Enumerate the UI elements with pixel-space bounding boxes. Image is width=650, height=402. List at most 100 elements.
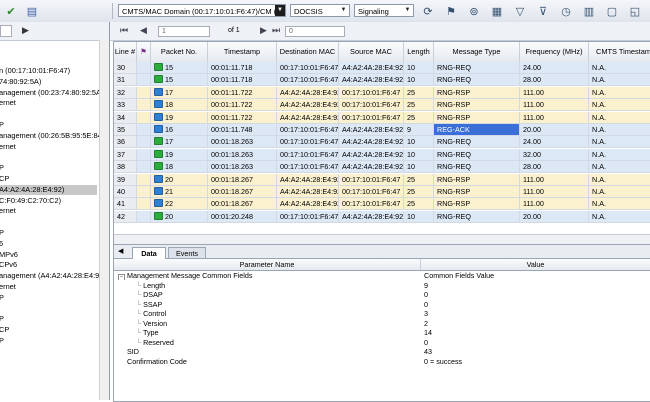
tab-events[interactable]: Events bbox=[168, 247, 206, 258]
cell-src: A4:A2:4A:28:E4:92 bbox=[339, 74, 404, 87]
detail-row[interactable]: └ Length 9 bbox=[114, 281, 650, 290]
column-header-value[interactable]: Value bbox=[421, 259, 650, 270]
cell-dst: 00:17:10:01:F6:47 bbox=[277, 62, 339, 74]
packet-number: 18 bbox=[165, 100, 173, 110]
cell-freq: 111.00 bbox=[520, 173, 589, 186]
cell-line: 30 bbox=[114, 62, 137, 74]
cell-cmts: N.A. bbox=[589, 210, 650, 223]
packet-icon bbox=[154, 75, 163, 84]
next-page-icon[interactable]: ▶ bbox=[260, 25, 267, 36]
tree-node[interactable]: ernet bbox=[0, 206, 16, 216]
flag-icon[interactable]: ⚑ bbox=[443, 3, 459, 19]
tree-node[interactable]: ernet bbox=[0, 142, 16, 152]
detail-row[interactable]: Confirmation Code 0 = success bbox=[114, 357, 650, 366]
tree-node[interactable]: n (00:17:10:01:F6:47) bbox=[0, 66, 70, 76]
funnel-check-icon[interactable]: ✔ bbox=[3, 3, 19, 19]
cell-cmts: N.A. bbox=[589, 136, 650, 149]
refresh-icon[interactable]: ⟳ bbox=[420, 3, 436, 19]
column-header[interactable]: Line # bbox=[114, 42, 137, 62]
tree-node[interactable]: CP bbox=[0, 325, 9, 335]
parameter-name: └ DSAP bbox=[136, 290, 418, 299]
packet-number: 19 bbox=[165, 149, 173, 159]
table-row[interactable]: 38 18 00:01:18.263 00:17:10:01:F6:47 A4:A2:4… bbox=[114, 161, 650, 174]
table-row[interactable]: 42 20 00:01:20.248 00:17:10:01:F6:47 A4:A2:4… bbox=[114, 210, 650, 223]
tree-node[interactable]: CP bbox=[0, 174, 9, 184]
table-row[interactable]: 37 19 00:01:18.263 00:17:10:01:F6:47 A4:A2:4… bbox=[114, 148, 650, 161]
table-row[interactable]: 31 15 00:01:11.718 00:17:10:01:F6:47 A4:A2:4… bbox=[114, 74, 650, 87]
table-row[interactable]: 35 16 00:01:11.748 00:17:10:01:F6:47 A4:A2:4… bbox=[114, 124, 650, 136]
table-row[interactable]: 34 19 00:01:11.722 A4:A2:4A:28:E4:92 00:17:1… bbox=[114, 111, 650, 124]
tab-data[interactable]: Data bbox=[132, 247, 166, 259]
tree-node[interactable]: P bbox=[0, 228, 4, 238]
column-header[interactable]: Length bbox=[404, 42, 434, 62]
left-search-input[interactable] bbox=[0, 25, 12, 37]
table-row[interactable]: 32 17 00:01:11.722 A4:A2:4A:28:E4:92 00:17:1… bbox=[114, 86, 650, 99]
tree-node[interactable]: P bbox=[0, 314, 4, 324]
first-page-icon[interactable]: ⏮ bbox=[120, 25, 128, 36]
tree-node[interactable]: CPv6 bbox=[0, 260, 17, 270]
tree-node[interactable]: P bbox=[0, 163, 4, 173]
tree-node[interactable]: ernet bbox=[0, 282, 16, 292]
tree-node[interactable]: 6 bbox=[0, 239, 3, 249]
collapse-icon[interactable]: − bbox=[118, 274, 125, 281]
detail-row[interactable]: └ Control 3 bbox=[114, 309, 650, 318]
protocol-combo[interactable]: DOCSIS ▼ bbox=[290, 4, 350, 17]
chevron-down-icon[interactable]: ▼ bbox=[275, 5, 285, 16]
detail-row[interactable]: └ Reserved 0 bbox=[114, 338, 650, 347]
table-row[interactable]: 40 21 00:01:18.267 A4:A2:4A:28:E4:92 00:17:1… bbox=[114, 186, 650, 198]
tree-node[interactable]: MPv6 bbox=[0, 250, 18, 260]
detail-row[interactable]: └ Version 2 bbox=[114, 319, 650, 328]
binoculars-icon[interactable]: ⊚ bbox=[466, 3, 482, 19]
column-header[interactable]: Source MAC bbox=[339, 42, 404, 62]
tree-node[interactable]: P bbox=[0, 293, 4, 303]
column-header-parameter[interactable]: Parameter Name bbox=[114, 259, 421, 270]
detail-row[interactable]: └ DSAP 0 bbox=[114, 290, 650, 299]
view-combo[interactable]: Signaling ▼ bbox=[354, 4, 414, 17]
table-row[interactable]: 30 15 00:01:11.718 00:17:10:01:F6:47 A4:A2:4… bbox=[114, 62, 650, 74]
column-header[interactable]: Frequency (MHz) bbox=[520, 42, 589, 62]
table-row[interactable]: 36 17 00:01:18.263 00:17:10:01:F6:47 A4:A2:4… bbox=[114, 136, 650, 149]
tree-node[interactable]: anagement (00:26:5B:95:5E:84) bbox=[0, 131, 104, 141]
column-header[interactable]: CMTS Timestam bbox=[589, 42, 650, 62]
column-header[interactable]: ⚑ bbox=[137, 42, 151, 62]
calendar-icon[interactable]: ▦ bbox=[489, 3, 505, 19]
column-header[interactable]: Destination MAC bbox=[277, 42, 339, 62]
tab-scroll-left-icon[interactable]: ◀ bbox=[118, 247, 123, 255]
filter-combo[interactable]: CMTS/MAC Domain (00:17:10:01:F6:47)/CM (… bbox=[118, 4, 286, 17]
cell-cmts: N.A. bbox=[589, 86, 650, 99]
page-input[interactable]: 1 bbox=[158, 26, 210, 37]
detail-row[interactable]: SID 43 bbox=[114, 347, 650, 356]
tree-node[interactable]: 74:80:92:5A) bbox=[0, 77, 41, 87]
window-icon[interactable]: ▢ bbox=[604, 3, 620, 19]
detail-row[interactable]: └ Type 14 bbox=[114, 328, 650, 337]
tree-node[interactable]: P bbox=[0, 336, 4, 346]
column-header[interactable]: Message Type bbox=[434, 42, 520, 62]
prev-page-icon[interactable]: ◀ bbox=[140, 25, 147, 36]
tree-node[interactable]: ernet bbox=[0, 98, 16, 108]
parameter-value: 14 bbox=[424, 328, 432, 337]
tree-node[interactable]: anagement (00:23:74:80:92:5A) bbox=[0, 88, 103, 98]
filter-edit-icon[interactable]: ⊽ bbox=[535, 3, 551, 19]
detail-row[interactable]: └ SSAP 0 bbox=[114, 300, 650, 309]
left-scrollbar[interactable] bbox=[99, 40, 109, 400]
detail-row[interactable]: − Management Message Common Fields Common … bbox=[114, 271, 650, 281]
toolbar-separator bbox=[112, 3, 113, 19]
play-icon[interactable]: ▶ bbox=[22, 25, 29, 36]
table-row[interactable]: 39 20 00:01:18.267 A4:A2:4A:28:E4:92 00:17:1… bbox=[114, 173, 650, 186]
table-row[interactable]: 41 22 00:01:18.267 A4:A2:4A:28:E4:92 00:17:1… bbox=[114, 198, 650, 211]
last-page-icon[interactable]: ⏭ bbox=[272, 25, 280, 36]
column-header[interactable]: Timestamp bbox=[208, 42, 277, 62]
column-header[interactable]: Packet No. bbox=[151, 42, 208, 62]
chart-icon[interactable]: ▥ bbox=[581, 3, 597, 19]
graph-icon[interactable]: ◱ bbox=[627, 3, 643, 19]
page-of-label: of 1 bbox=[228, 27, 240, 34]
table-row[interactable]: 33 18 00:01:11.722 A4:A2:4A:28:E4:92 00:17:1… bbox=[114, 99, 650, 112]
save-doc-icon[interactable]: ▤ bbox=[24, 3, 40, 19]
tree-node[interactable]: P bbox=[0, 120, 4, 130]
tree-node[interactable]: C:F0:49:C2:70:C2) bbox=[0, 196, 61, 206]
tree-node[interactable]: A4:A2:4A:28:E4:92) bbox=[0, 184, 97, 195]
jump-input[interactable]: 0 bbox=[285, 26, 345, 37]
filter-icon[interactable]: ▽ bbox=[512, 3, 528, 19]
tree-node[interactable]: anagement (A4:A2:4A:28:E4:92) bbox=[0, 271, 106, 281]
clock-icon[interactable]: ◷ bbox=[558, 3, 574, 19]
